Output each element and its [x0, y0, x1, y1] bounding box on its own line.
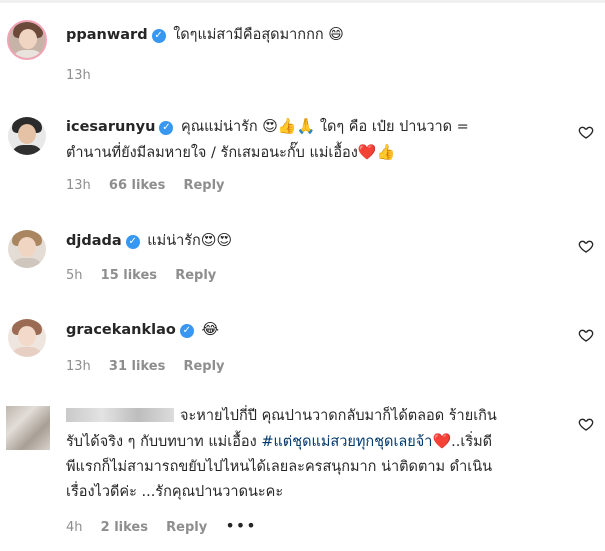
heart-icon[interactable]	[578, 124, 594, 140]
timestamp[interactable]: 13h	[66, 359, 91, 374]
comment-meta: 5h 15 likes Reply	[66, 268, 230, 283]
comment-emoji: 😄	[328, 25, 344, 43]
verified-badge-icon: ✓	[125, 235, 140, 249]
likes-count[interactable]: 2 likes	[101, 520, 148, 535]
comment-text: แม่น่ารัก	[147, 233, 201, 249]
hashtag-link[interactable]: #แต่ชุดแม่สวยทุกชุดเลยจ้า	[261, 434, 432, 450]
avatar[interactable]	[8, 319, 46, 357]
username[interactable]: gracekanklao	[66, 322, 176, 338]
comment-text: ..เริ่มดี	[451, 434, 493, 450]
reply-button[interactable]: Reply	[183, 359, 224, 374]
likes-count[interactable]: 31 likes	[109, 359, 165, 374]
comment-text: คุณแม่น่ารัก	[181, 119, 258, 135]
comment-emoji: 😍😍	[200, 231, 233, 249]
username-blurred[interactable]	[66, 408, 174, 422]
comment-emoji: ❤️	[432, 432, 452, 450]
reply-button[interactable]: Reply	[175, 268, 216, 283]
comment-text: รับได้จริง ๆ กับบทบาท แม่เอื้อง	[66, 434, 257, 450]
timestamp[interactable]: 4h	[66, 520, 83, 535]
comment-text: ใดๆ คือ เป๋ย ปานวาด =	[319, 119, 469, 135]
username[interactable]: icesarunyu	[66, 119, 155, 135]
comment-text: ใดๆแม่สามีคือสุดมากกก	[173, 27, 324, 43]
comment-text: ตำนานที่ยังมีลมหายใจ / รักเสมอนะกั๊บ แม่…	[66, 145, 358, 161]
avatar-blurred[interactable]	[6, 406, 50, 450]
reply-button[interactable]: Reply	[166, 520, 207, 535]
avatar[interactable]	[8, 230, 46, 268]
comment-text: เรื่องไวดีค่ะ ...รักคุณปานวาดนะคะ	[66, 484, 284, 500]
verified-badge-icon: ✓	[151, 29, 166, 43]
avatar[interactable]	[8, 117, 46, 155]
avatar[interactable]	[7, 20, 47, 60]
heart-icon[interactable]	[578, 238, 594, 254]
comment-meta: 13h 66 likes Reply	[66, 178, 239, 193]
timestamp[interactable]: 13h	[66, 68, 91, 83]
comment-meta: 4h 2 likes Reply •••	[66, 516, 271, 535]
likes-count[interactable]: 66 likes	[109, 178, 165, 193]
top-divider	[0, 0, 605, 3]
comment-emoji: ❤️👍	[357, 143, 396, 161]
username[interactable]: djdada	[66, 233, 122, 249]
timestamp[interactable]: 13h	[66, 178, 91, 193]
verified-badge-icon: ✓	[159, 121, 174, 135]
username[interactable]: ppanward	[66, 27, 148, 43]
comment-meta: 13h 31 likes Reply	[66, 359, 239, 374]
comment-emoji: 😍👍🙏	[262, 117, 316, 135]
comment-text: จะหายไปกี่ปี คุณปานวาดกลับมาก็ได้ตลอด ร้…	[180, 408, 497, 424]
comment-text: พีแรกก็ไม่สามารถขยับไปไหนได้เลยละครสนุกม…	[66, 459, 493, 475]
comment-meta: 13h	[66, 68, 105, 83]
reply-button[interactable]: Reply	[183, 178, 224, 193]
verified-badge-icon: ✓	[179, 324, 194, 338]
timestamp[interactable]: 5h	[66, 268, 83, 283]
heart-icon[interactable]	[578, 416, 594, 432]
heart-icon[interactable]	[578, 327, 594, 343]
more-options-icon[interactable]: •••	[225, 516, 256, 535]
comment-emoji: 😂	[201, 320, 219, 338]
likes-count[interactable]: 15 likes	[101, 268, 157, 283]
